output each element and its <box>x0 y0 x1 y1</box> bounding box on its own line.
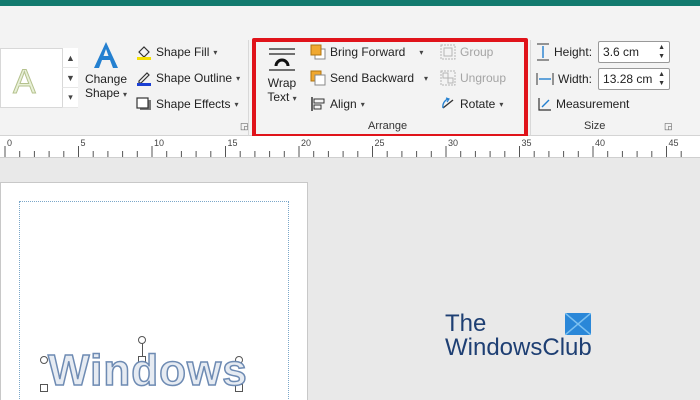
group-separator <box>248 40 249 135</box>
arrange-highlight-box <box>252 38 528 138</box>
resize-handle-top-left[interactable] <box>40 356 48 364</box>
ruler-number: 40 <box>595 138 606 148</box>
spinner-icon[interactable]: ▲ ▼ <box>658 70 665 88</box>
document-canvas: Windows The WindowsClub <box>0 158 700 400</box>
ruler-number: 30 <box>448 138 459 148</box>
gallery-down-icon[interactable]: ▼ <box>62 68 78 88</box>
wordart-text[interactable]: Windows <box>47 345 248 396</box>
shape-outline-button[interactable]: Shape Outline ▾ <box>136 70 240 86</box>
logo-window-icon <box>564 312 592 336</box>
change-shape-icon <box>94 42 118 68</box>
change-shape-label-2: Shape ▾ <box>84 86 128 100</box>
gallery-up-icon[interactable]: ▲ <box>62 48 78 68</box>
measurement-icon <box>538 98 551 111</box>
chevron-down-icon: ▾ <box>236 73 241 83</box>
chevron-down-icon: ▾ <box>234 99 239 109</box>
pen-outline-icon <box>137 72 151 86</box>
rotate-handle[interactable] <box>138 336 146 344</box>
height-icon <box>537 43 549 61</box>
gallery-scroll: ▲ ▼ ▾ <box>62 48 78 108</box>
width-control: Width: 13.28 cm ▲ ▼ <box>536 68 671 90</box>
dialog-launcher-icon[interactable]: ◲ <box>664 121 673 132</box>
ruler-number: 35 <box>521 138 532 148</box>
ruler-number: 25 <box>374 138 385 148</box>
width-icon <box>536 73 554 85</box>
ruler-number: 5 <box>80 138 86 148</box>
size-group-label: Size <box>584 120 606 132</box>
change-shape-label-1: Change <box>84 72 128 86</box>
ruler-number: 45 <box>668 138 679 148</box>
resize-handle-left[interactable] <box>40 384 48 392</box>
svg-text:A: A <box>13 63 36 101</box>
ruler-number: 0 <box>7 138 13 148</box>
change-shape-button[interactable]: Change Shape ▾ <box>82 40 130 112</box>
ruler-number: 10 <box>154 138 165 148</box>
shape-fill-button[interactable]: Shape Fill ▾ <box>136 44 217 60</box>
ruler-number: 15 <box>227 138 238 148</box>
window-shape-icon <box>564 312 592 336</box>
width-input[interactable]: 13.28 cm ▲ ▼ <box>598 68 671 90</box>
chevron-down-icon: ▾ <box>213 47 218 57</box>
paint-bucket-icon <box>137 46 151 60</box>
gallery-more-icon[interactable]: ▾ <box>62 88 78 108</box>
horizontal-ruler: 0 5 10 15 20 25 30 35 40 45 <box>0 136 700 158</box>
group-separator <box>530 40 531 135</box>
thewindowsclub-logo: The WindowsClub <box>445 310 605 365</box>
shape-effects-icon <box>136 97 151 110</box>
ruler-number: 20 <box>301 138 312 148</box>
logo-line-2: WindowsClub <box>445 334 592 361</box>
height-input[interactable]: 3.6 cm ▲ ▼ <box>598 41 671 63</box>
shape-effects-button[interactable]: Shape Effects ▾ <box>136 96 239 112</box>
wordart-a-preview-icon: A <box>13 63 37 102</box>
spinner-icon[interactable]: ▲ ▼ <box>658 43 665 61</box>
height-control: Height: 3.6 cm ▲ ▼ <box>536 41 671 63</box>
measurement-button[interactable]: Measurement <box>536 96 629 112</box>
